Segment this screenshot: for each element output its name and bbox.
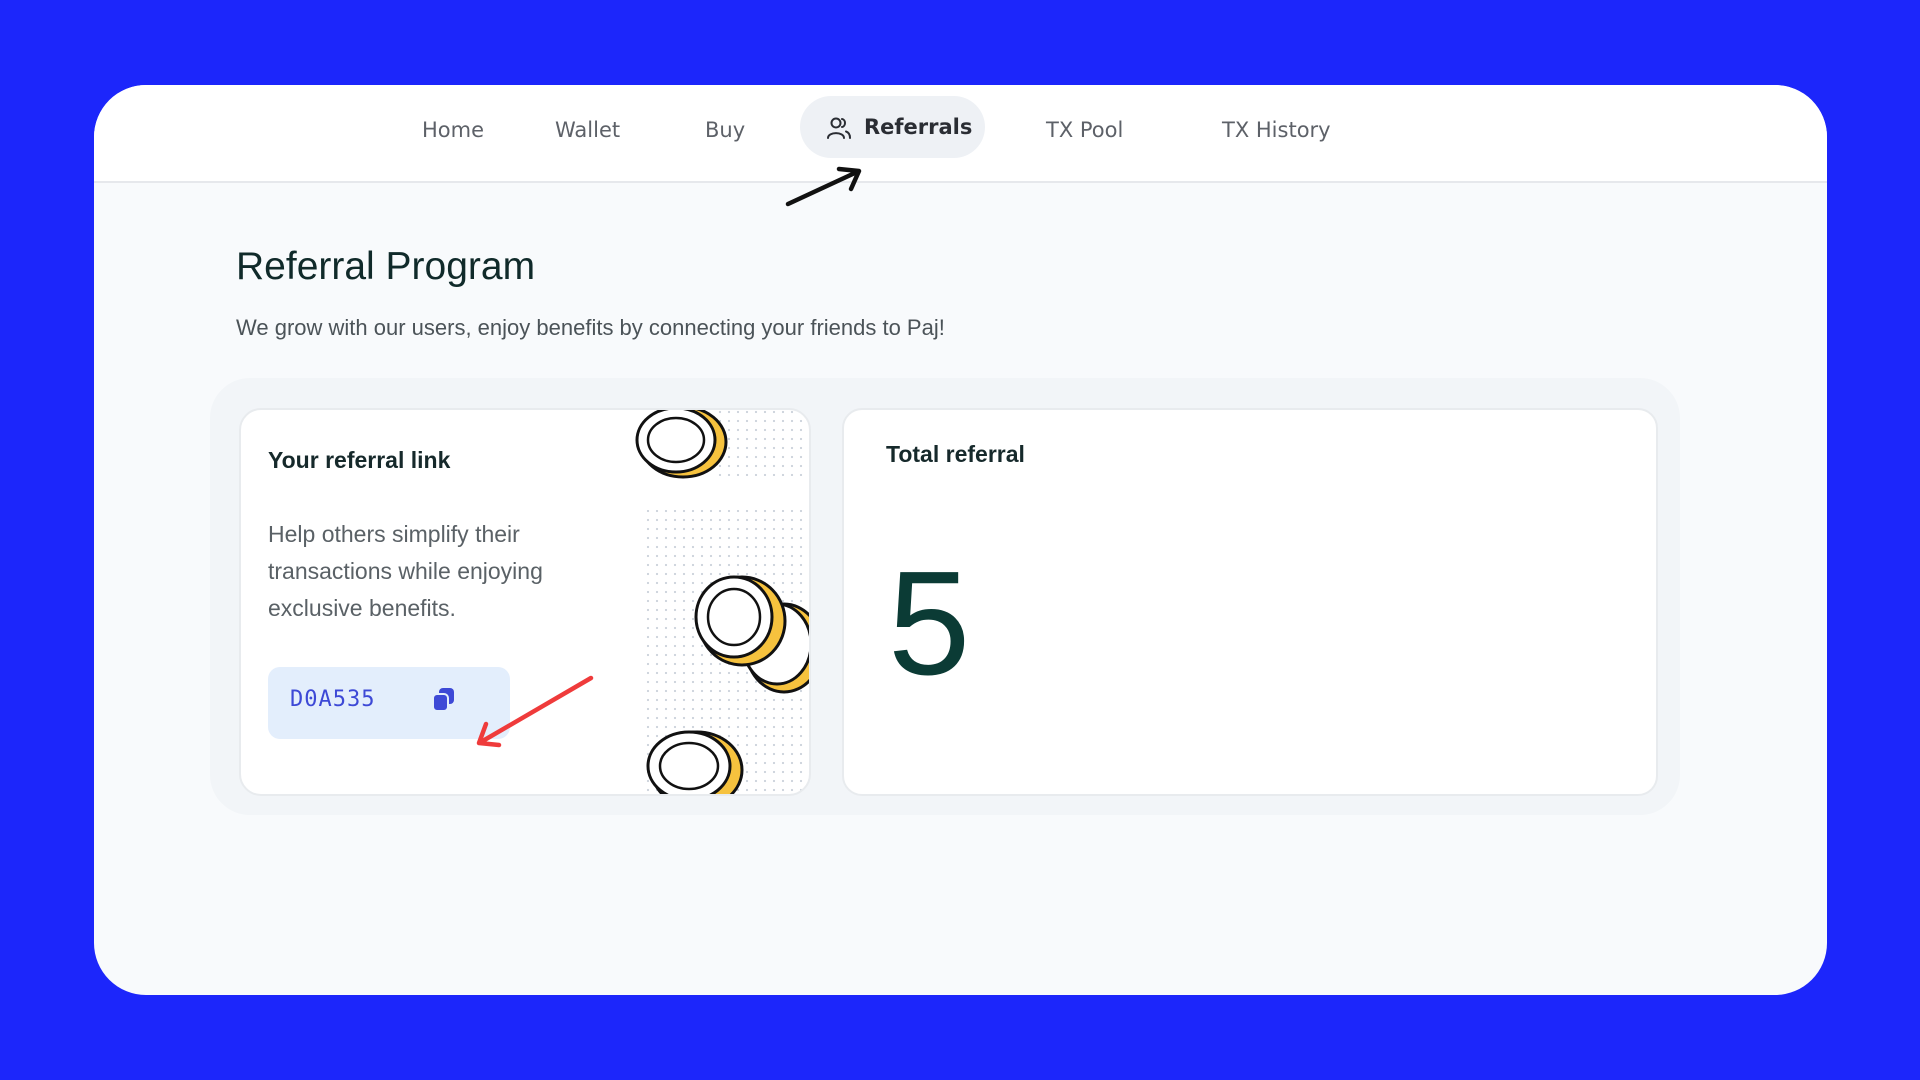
nav-tx-pool[interactable]: TX Pool — [1046, 111, 1123, 149]
nav-referrals[interactable]: Referrals — [800, 96, 985, 158]
coins-illustration — [635, 410, 809, 794]
referral-link-card: Your referral link Help others simplify … — [239, 408, 811, 796]
copy-icon[interactable] — [431, 686, 457, 714]
referral-code: D0A535 — [290, 687, 376, 712]
page-title: Referral Program — [236, 245, 536, 288]
page-subtitle: We grow with our users, enjoy benefits b… — [236, 315, 945, 340]
total-referral-card: Total referral 5 — [842, 408, 1658, 796]
annotation-arrow-red — [476, 675, 594, 748]
referral-card-title: Your referral link — [268, 447, 451, 473]
nav-tx-history[interactable]: TX History — [1222, 111, 1331, 149]
referral-card-description: Help others simplify their transactions … — [268, 521, 543, 621]
nav-home[interactable]: Home — [422, 111, 484, 149]
annotation-arrow-black — [785, 166, 862, 207]
users-icon — [827, 117, 851, 139]
top-navigation: Home Wallet Buy Referrals TX Pool TX His… — [94, 85, 1827, 183]
total-referral-title: Total referral — [886, 441, 1025, 467]
total-referral-count: 5 — [888, 541, 971, 706]
app-window: Home Wallet Buy Referrals TX Pool TX His… — [94, 85, 1827, 995]
nav-referrals-label: Referrals — [864, 115, 973, 139]
nav-buy[interactable]: Buy — [705, 111, 745, 149]
nav-wallet[interactable]: Wallet — [555, 111, 620, 149]
